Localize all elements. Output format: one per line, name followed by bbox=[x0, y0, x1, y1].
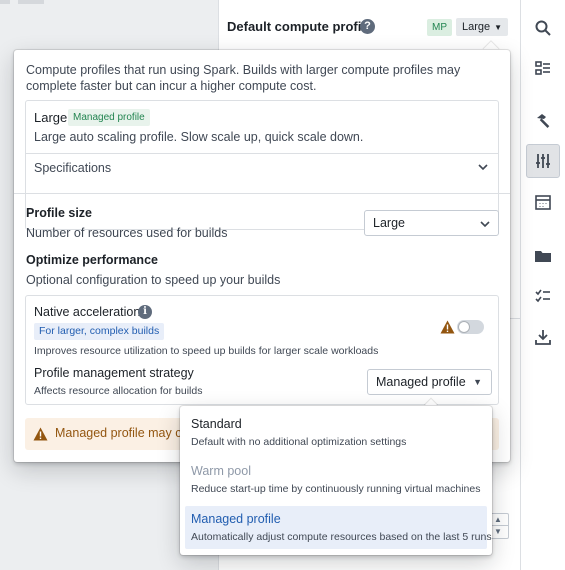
optimize-options-card: Native acceleration i For larger, comple… bbox=[25, 295, 499, 405]
menu-item-standard[interactable]: Standard Default with no additional opti… bbox=[185, 411, 487, 454]
specifications-toggle[interactable]: Specifications bbox=[26, 154, 498, 183]
menu-item-title: Warm pool bbox=[191, 464, 251, 478]
profile-size-subtitle: Number of resources used for builds bbox=[26, 226, 228, 240]
left-pane-tab bbox=[0, 0, 10, 4]
caret-down-icon: ▼ bbox=[494, 23, 503, 32]
menu-item-title: Standard bbox=[191, 417, 242, 431]
checklist-icon[interactable] bbox=[526, 279, 560, 313]
native-acceleration-label: Native acceleration bbox=[34, 305, 141, 319]
profile-management-strategy-select[interactable]: Managed profile ▼ bbox=[367, 369, 492, 395]
default-compute-profile-title: Default compute profile bbox=[227, 19, 373, 34]
native-acceleration-help: Improves resource utilization to speed u… bbox=[34, 345, 379, 357]
menu-item-subtitle: Default with no additional optimization … bbox=[191, 436, 407, 448]
profile-size-select-value: Large bbox=[373, 216, 405, 230]
menu-item-title: Managed profile bbox=[191, 512, 281, 526]
search-icon[interactable] bbox=[526, 11, 560, 45]
menu-item-subtitle: Reduce start-up time by continuously run… bbox=[191, 483, 481, 495]
popover-description: Compute profiles that run using Spark. B… bbox=[26, 63, 461, 93]
help-icon[interactable]: ? bbox=[360, 19, 375, 34]
profile-name: Large bbox=[34, 110, 68, 125]
info-icon[interactable]: i bbox=[138, 305, 152, 319]
managed-profile-tag: Managed profile bbox=[68, 109, 150, 126]
strategy-select-value: Managed profile bbox=[376, 375, 466, 389]
warning-icon bbox=[33, 427, 48, 441]
profile-description: Large auto scaling profile. Slow scale u… bbox=[34, 130, 364, 144]
folder-icon[interactable] bbox=[526, 239, 560, 273]
profile-size-select[interactable]: Large bbox=[364, 210, 499, 236]
native-acceleration-toggle[interactable] bbox=[457, 320, 484, 334]
calendar-icon[interactable] bbox=[526, 185, 560, 219]
warning-icon bbox=[440, 320, 455, 334]
optimize-performance-title: Optimize performance bbox=[26, 253, 158, 267]
profile-size-title: Profile size bbox=[26, 206, 92, 220]
profile-size-button-label: Large bbox=[462, 21, 491, 33]
profile-card-header: Large Managed profile Large auto scaling… bbox=[26, 101, 498, 154]
menu-item-managed-profile[interactable]: Managed profile Automatically adjust com… bbox=[185, 506, 492, 549]
menu-item-warm-pool: Warm pool Reduce start-up time by contin… bbox=[185, 458, 487, 501]
left-pane-tab bbox=[18, 0, 44, 4]
profile-management-strategy-label: Profile management strategy bbox=[34, 366, 194, 380]
compute-profile-popover: Compute profiles that run using Spark. B… bbox=[14, 50, 510, 462]
menu-item-subtitle: Automatically adjust compute resources b… bbox=[191, 531, 492, 543]
specifications-label: Specifications bbox=[34, 161, 112, 175]
right-toolbar bbox=[520, 0, 565, 570]
optimize-performance-subtitle: Optional configuration to speed up your … bbox=[26, 273, 281, 287]
caret-down-icon: ▼ bbox=[473, 377, 482, 387]
mp-badge: MP bbox=[427, 19, 452, 36]
section-divider bbox=[14, 193, 510, 194]
sliders-icon[interactable] bbox=[526, 144, 560, 178]
chevron-down-icon bbox=[480, 221, 490, 228]
profile-management-strategy-help: Affects resource allocation for builds bbox=[34, 385, 203, 397]
chevron-down-icon bbox=[478, 164, 488, 171]
download-icon[interactable] bbox=[526, 320, 560, 354]
strategy-dropdown-menu: Standard Default with no additional opti… bbox=[180, 406, 492, 555]
lineage-icon[interactable] bbox=[526, 51, 560, 85]
profile-size-button[interactable]: Large ▼ bbox=[456, 18, 509, 36]
toggle-knob bbox=[459, 322, 469, 332]
larger-builds-tag: For larger, complex builds bbox=[34, 323, 165, 340]
hammer-icon[interactable] bbox=[526, 104, 560, 138]
